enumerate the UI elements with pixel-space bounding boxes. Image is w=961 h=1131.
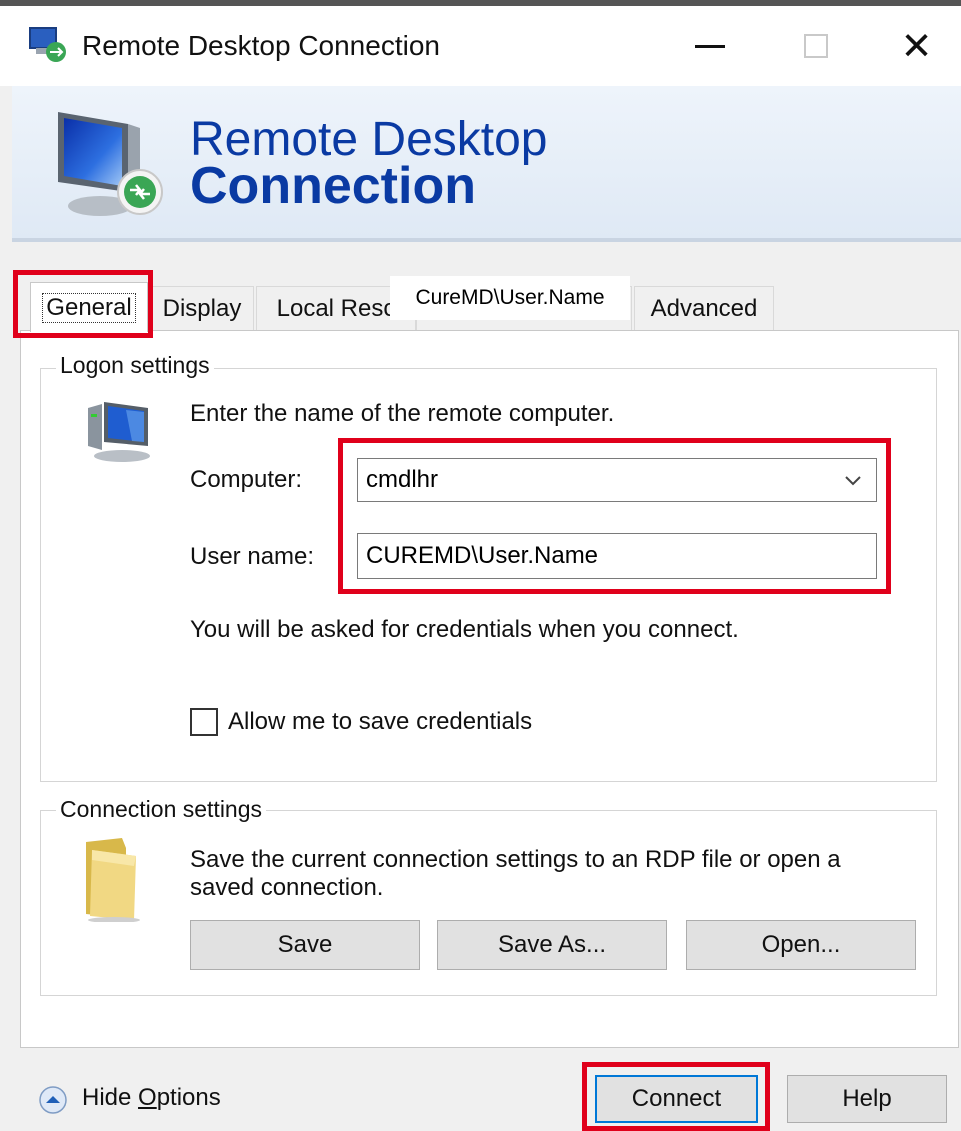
tab-label: General [42, 292, 136, 323]
computer-combobox[interactable]: cmdlhr [357, 458, 877, 502]
chevron-down-icon[interactable] [840, 465, 866, 495]
connection-settings-title: Connection settings [56, 796, 267, 823]
rdp-monitor-icon [58, 112, 163, 216]
folder-icon [86, 838, 140, 922]
tab-display[interactable]: Display [150, 286, 254, 330]
window-title: Remote Desktop Connection [82, 30, 440, 61]
collapse-arrow-icon[interactable] [38, 1085, 68, 1115]
banner-divider [12, 238, 961, 242]
logon-instruction: Enter the name of the remote computer. [190, 400, 615, 427]
open-button[interactable]: Open... [686, 920, 916, 970]
close-button[interactable]: ✕ [872, 6, 961, 86]
username-value: CUREMD\User.Name [366, 542, 599, 569]
tab-advanced[interactable]: Advanced [634, 286, 774, 330]
connection-description-line1: Save the current connection settings to … [190, 846, 841, 873]
username-field[interactable]: CUREMD\User.Name [357, 533, 877, 579]
help-button[interactable]: Help [787, 1075, 947, 1123]
hide-options-prefix: Hide [82, 1084, 139, 1111]
logon-settings-title: Logon settings [56, 352, 214, 379]
connect-button[interactable]: Connect [595, 1075, 758, 1123]
close-icon: ✕ [900, 24, 933, 68]
banner-title-line2: Connection [190, 157, 476, 215]
maximize-button[interactable] [766, 6, 866, 86]
maximize-icon [804, 34, 828, 58]
username-label: User name: [190, 543, 315, 570]
tab-label: Display [162, 294, 242, 322]
minimize-icon [695, 44, 725, 48]
connection-description-line2: saved connection. [190, 874, 384, 901]
computer-label: Computer: [190, 466, 303, 493]
tab-label: Advanced [650, 294, 758, 322]
allow-save-credentials-label[interactable]: Allow me to save credentials [228, 708, 532, 736]
save-as-button[interactable]: Save As... [437, 920, 667, 970]
username-overlay-label: CureMD\User.Name [390, 276, 630, 320]
computer-value: cmdlhr [366, 466, 439, 493]
hide-options-accelerator: O [138, 1084, 157, 1111]
minimize-button[interactable] [660, 6, 760, 86]
hide-options-suffix: ptions [156, 1084, 221, 1111]
allow-save-credentials-checkbox[interactable] [190, 708, 218, 736]
tab-general[interactable]: General [30, 282, 148, 332]
credentials-note: You will be asked for credentials when y… [190, 616, 739, 643]
save-button[interactable]: Save [190, 920, 420, 970]
hide-options-link[interactable]: Hide Options [82, 1084, 221, 1112]
tab-label: Local Resc [276, 294, 396, 322]
computer-icon [88, 402, 150, 462]
rdp-app-icon [29, 27, 66, 62]
